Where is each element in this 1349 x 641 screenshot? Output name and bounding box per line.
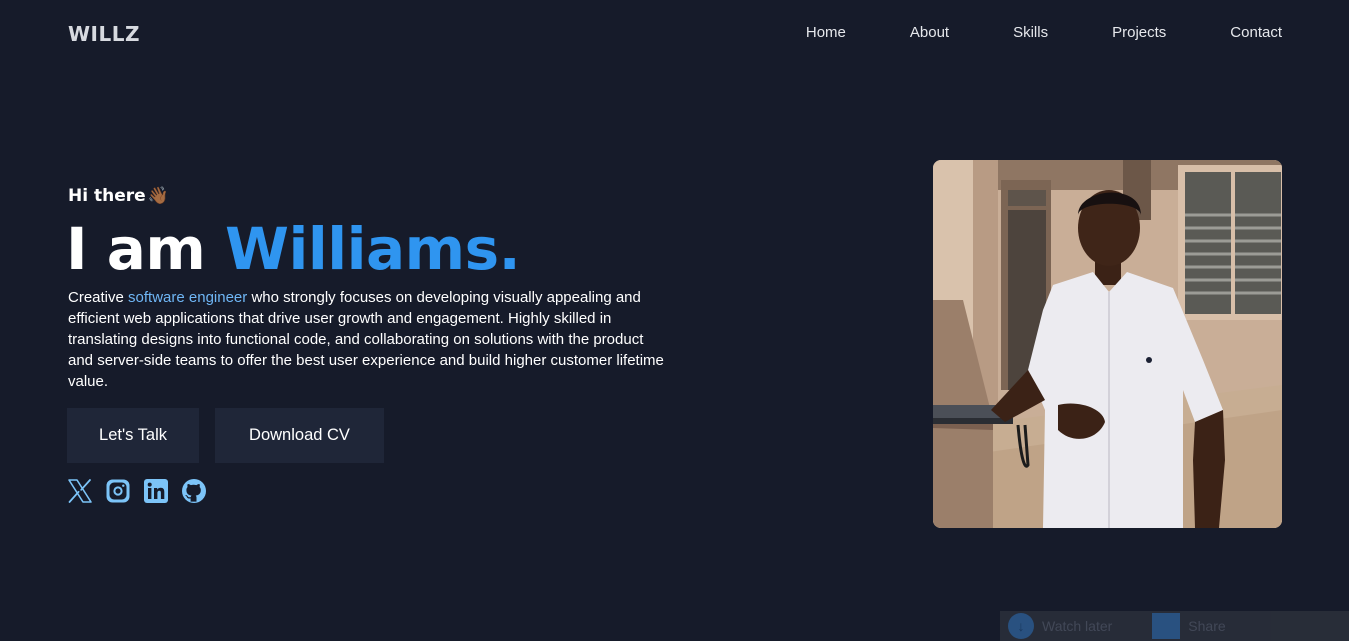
download-icon: ↓ (1008, 613, 1034, 639)
download-toast: ↓ Watch later Share (1000, 611, 1349, 641)
download-cv-button[interactable]: Download CV (215, 408, 384, 463)
greeting-text: Hi there (68, 186, 146, 206)
profile-photo (933, 160, 1282, 528)
page: WILLZ Home About Skills Projects Contact… (0, 0, 1349, 641)
wave-emoji: 👋🏾 (147, 186, 169, 206)
profile-photo-image (933, 160, 1282, 528)
site-logo[interactable]: WILLZ (68, 22, 140, 46)
square-icon (1152, 613, 1181, 639)
linkedin-icon[interactable] (143, 478, 169, 504)
headline-prefix: I am (66, 215, 226, 283)
hero-bio: Creative software engineer who strongly … (68, 287, 668, 392)
nav-home[interactable]: Home (806, 24, 846, 41)
lets-talk-button[interactable]: Let's Talk (67, 408, 199, 463)
toast-second-label: Share (1188, 618, 1226, 634)
toast-second-button[interactable]: Share (1128, 613, 1226, 639)
headline-name: Williams. (225, 215, 521, 283)
nav-skills[interactable]: Skills (1013, 24, 1048, 41)
nav-projects[interactable]: Projects (1112, 24, 1166, 41)
nav-about[interactable]: About (910, 24, 949, 41)
toast-download-button[interactable]: ↓ Watch later (1008, 613, 1112, 639)
bio-highlight: software engineer (128, 289, 248, 306)
social-links (67, 478, 207, 504)
greeting: Hi there 👋🏾 (68, 186, 169, 206)
instagram-icon[interactable] (105, 478, 131, 504)
x-icon[interactable] (67, 478, 93, 504)
bio-before: Creative (68, 289, 129, 306)
main-nav: Home About Skills Projects Contact (806, 24, 1282, 41)
toast-download-label: Watch later (1042, 618, 1113, 634)
hero-headline: I am Williams. (66, 214, 521, 284)
github-icon[interactable] (181, 478, 207, 504)
nav-contact[interactable]: Contact (1230, 24, 1282, 41)
